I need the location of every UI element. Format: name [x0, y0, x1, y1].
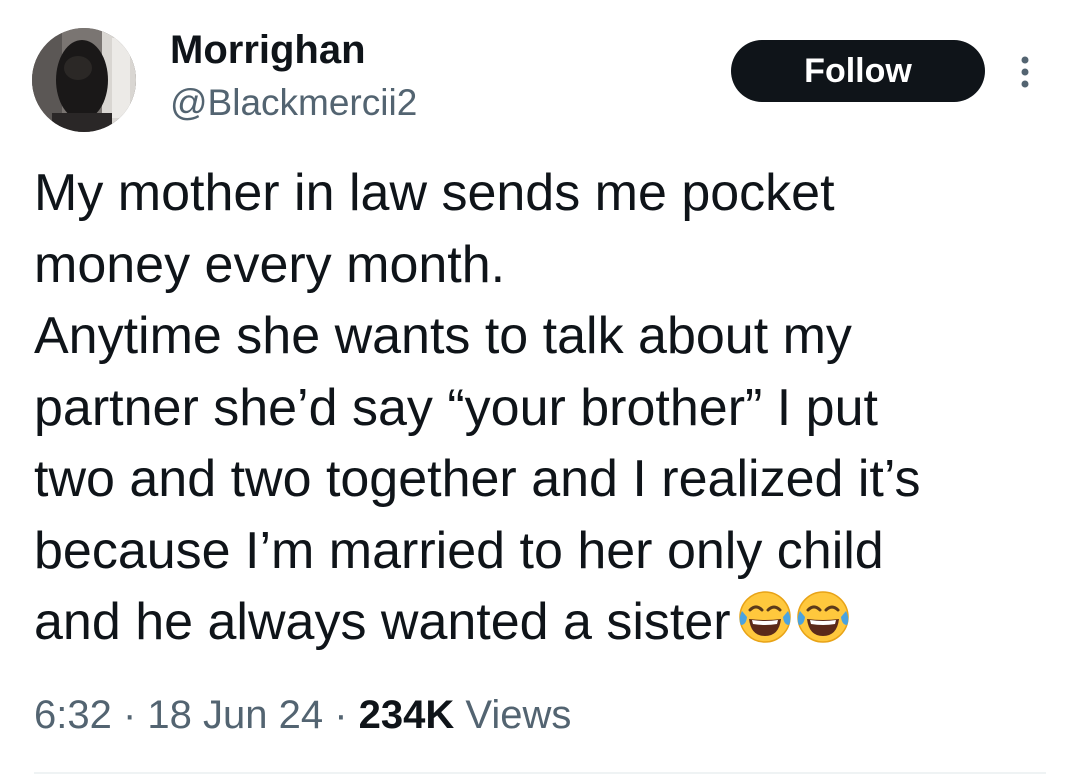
- views-label: Views: [454, 693, 572, 737]
- avatar[interactable]: [32, 28, 136, 132]
- tweet-meta: 6:32 · 18 Jun 24 · 234K Views: [34, 690, 571, 740]
- tweet-line: money every month.: [34, 235, 506, 294]
- emoji-group: [737, 589, 853, 665]
- meta-separator: ·: [323, 693, 359, 737]
- tweet-line: partner she’d say “your brother” I put: [34, 378, 878, 437]
- more-vertical-icon[interactable]: [1010, 52, 1040, 92]
- tweet-line: because I’m married to her only child: [34, 521, 884, 580]
- tweet-time[interactable]: 6:32: [34, 693, 112, 737]
- follow-button[interactable]: Follow: [731, 40, 985, 102]
- tweet-line: and he always wanted a sister: [34, 593, 731, 651]
- tweet-line: Anytime she wants to talk about my: [34, 307, 852, 365]
- author-display-name[interactable]: Morrighan: [170, 26, 366, 74]
- profile-photo-icon: [32, 28, 136, 132]
- tweet-line: My mother in law sends me pocket: [34, 164, 835, 222]
- face-with-tears-of-joy-icon: [796, 591, 849, 643]
- tweet-last-line: and he always wanted a sister: [34, 587, 1044, 665]
- meta-separator: ·: [111, 693, 148, 737]
- tweet-line: two and two together and I realized it’s: [34, 450, 921, 508]
- divider: [34, 772, 1046, 774]
- author-handle[interactable]: @Blackmercii2: [170, 80, 417, 126]
- tweet-text: My mother in law sends me pocket money e…: [34, 158, 1044, 665]
- tweet-date[interactable]: 18 Jun 24: [147, 693, 323, 737]
- face-with-tears-of-joy-icon: [738, 591, 791, 643]
- views-count[interactable]: 234K: [359, 693, 455, 737]
